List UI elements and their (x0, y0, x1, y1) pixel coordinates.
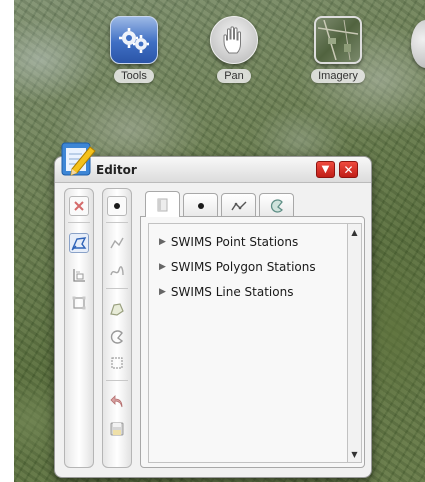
hand-icon (210, 16, 258, 64)
autocomplete-tool-button[interactable] (107, 327, 127, 347)
scroll-up-icon[interactable]: ▲ (348, 225, 361, 239)
save-icon (110, 422, 124, 436)
toolbar-imagery-label: Imagery (311, 69, 365, 83)
freehand-line-icon (110, 266, 124, 276)
editor-tool-column-1 (64, 188, 94, 468)
autocomplete-icon (110, 330, 124, 344)
editor-window: Editor ▼ ✕ ▶ SWIMS Point Stations ▶ SWIM… (54, 142, 372, 478)
layer-label: SWIMS Line Stations (170, 285, 294, 299)
delete-button[interactable] (69, 196, 89, 216)
delete-icon (74, 201, 84, 211)
save-button[interactable] (107, 419, 127, 439)
point-tool-button[interactable] (107, 196, 127, 216)
tab-line[interactable] (221, 193, 256, 217)
undo-icon (110, 395, 123, 408)
undo-button[interactable] (107, 391, 127, 411)
tool-separator (68, 222, 90, 223)
close-button[interactable]: ✕ (339, 161, 358, 178)
polyline-tool-button[interactable] (107, 233, 127, 253)
polygon-icon (110, 303, 124, 316)
select-button[interactable] (69, 233, 89, 253)
layer-item[interactable]: ▶ SWIMS Point Stations (159, 233, 298, 251)
attributes-icon (73, 269, 85, 282)
autocomplete-polygon-icon (270, 198, 283, 213)
layer-item[interactable]: ▶ SWIMS Line Stations (159, 283, 293, 301)
tool-separator (106, 222, 128, 223)
expand-arrow-icon[interactable]: ▶ (159, 287, 166, 297)
toolbar-pan-button[interactable]: Pan (202, 16, 266, 96)
select-lasso-icon (71, 237, 87, 251)
editor-title-bar[interactable]: Editor ▼ ✕ (55, 157, 371, 183)
layer-label: SWIMS Point Stations (170, 235, 299, 249)
rectangle-icon (111, 357, 123, 369)
polyline-icon (110, 237, 124, 249)
layer-list: ▶ SWIMS Point Stations ▶ SWIMS Polygon S… (148, 223, 348, 463)
tab-point[interactable] (183, 193, 218, 217)
template-list-icon (157, 198, 167, 211)
expand-arrow-icon[interactable]: ▶ (159, 237, 166, 247)
toolbar-tools-label: Tools (114, 69, 154, 83)
toolbar-tools-button[interactable]: Tools (102, 16, 166, 96)
tab-polygon[interactable] (259, 193, 294, 217)
triangle-down-icon: ▼ (321, 164, 330, 175)
rectangle-tool-button[interactable] (107, 353, 127, 373)
vertices-icon (72, 296, 86, 310)
close-icon: ✕ (343, 162, 354, 177)
tool-separator (106, 380, 128, 381)
editor-title: Editor (96, 163, 137, 177)
layer-label: SWIMS Polygon Stations (170, 260, 316, 274)
polygon-tool-button[interactable] (107, 299, 127, 319)
tools-gears-icon (110, 16, 158, 64)
tool-separator (106, 288, 128, 289)
template-panel: ▶ SWIMS Point Stations ▶ SWIMS Polygon S… (140, 216, 365, 468)
editor-pencil-icon (60, 139, 96, 179)
toolbar-imagery-button[interactable]: Imagery (306, 16, 370, 96)
layer-item[interactable]: ▶ SWIMS Polygon Stations (159, 258, 316, 276)
attributes-button[interactable] (69, 265, 89, 285)
scroll-down-icon[interactable]: ▼ (348, 447, 361, 461)
editor-tool-column-2 (102, 188, 132, 468)
polyline-icon (230, 201, 246, 210)
toolbar-pan-label: Pan (217, 69, 251, 83)
tab-all-templates[interactable] (145, 191, 180, 217)
page-margin (0, 0, 14, 482)
expand-arrow-icon[interactable]: ▶ (159, 262, 166, 272)
point-icon (197, 202, 204, 209)
vertices-button[interactable] (69, 293, 89, 313)
freehand-line-tool-button[interactable] (107, 261, 127, 281)
layer-list-scrollbar[interactable]: ▲ ▼ (348, 223, 362, 463)
imagery-thumbnail-icon (314, 16, 362, 64)
point-icon (114, 203, 120, 209)
collapse-button[interactable]: ▼ (316, 161, 335, 178)
